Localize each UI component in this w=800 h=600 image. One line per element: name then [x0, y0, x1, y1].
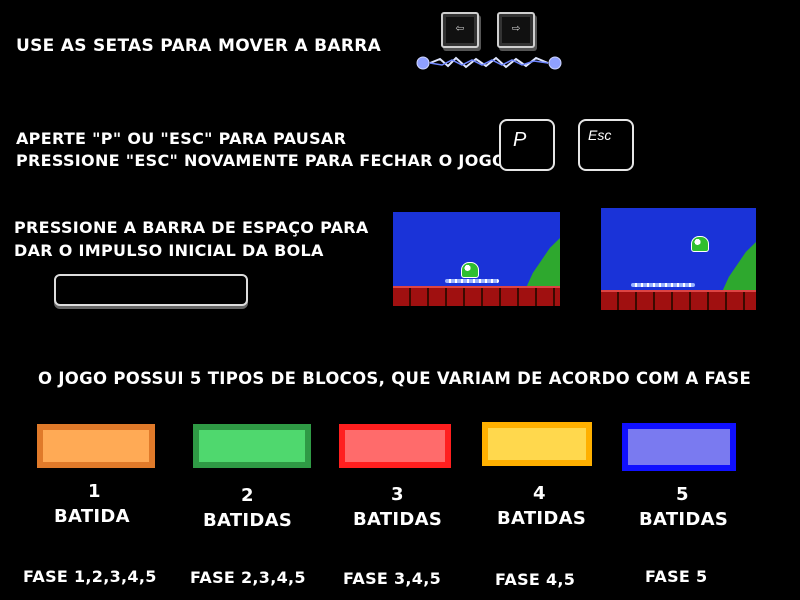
right-arrow-icon: ⇨ [511, 20, 521, 36]
blocks-heading: O jogo possui 5 tipos de blocos, que var… [38, 369, 752, 388]
p-key-icon: P [499, 119, 555, 171]
gameplay-screenshot-after-launch [601, 208, 756, 310]
left-arrow-key-icon: ⇦ [441, 12, 479, 48]
spacebar-key-icon [54, 274, 248, 306]
esc-key-label: Esc [588, 127, 612, 143]
block-1-count: 1 [88, 481, 101, 502]
block-4-phase: Fase 4,5 [495, 570, 576, 589]
block-2-count: 2 [241, 485, 254, 506]
block-4-fill [488, 428, 586, 460]
ball-mushroom-icon [691, 236, 709, 252]
paddle-sprite [631, 283, 695, 287]
hill-decoration [526, 238, 560, 288]
space-instructions-line2: dar o impulso inicial da bola [14, 241, 324, 260]
move-instructions: Use as setas para mover a barra [16, 36, 382, 56]
block-2-phase: Fase 2,3,4,5 [190, 568, 306, 587]
block-5-hits-label: Batidas [639, 509, 729, 530]
block-2-hits [193, 424, 311, 468]
paddle-icon [416, 56, 562, 70]
gameplay-screenshot-before-launch [393, 212, 560, 306]
block-1-hit [37, 424, 155, 468]
block-2-hits-label: Batidas [203, 510, 293, 531]
pause-instructions-line2: Pressione "Esc" novamente para fechar o … [16, 151, 506, 170]
space-instructions-line1: Pressione a barra de espaço para [14, 218, 369, 237]
esc-key-icon: Esc [578, 119, 634, 171]
brick-ground [601, 290, 756, 310]
block-2-fill [199, 430, 305, 462]
left-arrow-icon: ⇦ [455, 20, 465, 36]
block-4-hits-label: Batidas [497, 508, 587, 529]
block-5-fill [628, 429, 730, 465]
block-1-fill [43, 430, 149, 462]
block-3-hits-label: Batidas [353, 509, 443, 530]
hill-decoration [722, 242, 756, 292]
block-3-phase: Fase 3,4,5 [343, 569, 442, 588]
pause-instructions-line1: Aperte "P" ou "Esc" para pausar [16, 129, 347, 148]
paddle-sprite [445, 279, 499, 283]
block-3-fill [345, 430, 445, 462]
ball-mushroom-icon [461, 262, 479, 278]
block-4-count: 4 [533, 483, 546, 504]
block-4-hits [482, 422, 592, 466]
block-3-count: 3 [391, 484, 404, 505]
right-arrow-key-icon: ⇨ [497, 12, 535, 48]
block-5-count: 5 [676, 484, 689, 505]
block-5-hits [622, 423, 736, 471]
block-1-hits-label: Batida [54, 506, 130, 527]
block-3-hits [339, 424, 451, 468]
brick-ground [393, 286, 560, 306]
block-5-phase: Fase 5 [645, 567, 708, 586]
p-key-label: P [513, 129, 527, 151]
block-1-phase: Fase 1,2,3,4,5 [23, 567, 157, 586]
